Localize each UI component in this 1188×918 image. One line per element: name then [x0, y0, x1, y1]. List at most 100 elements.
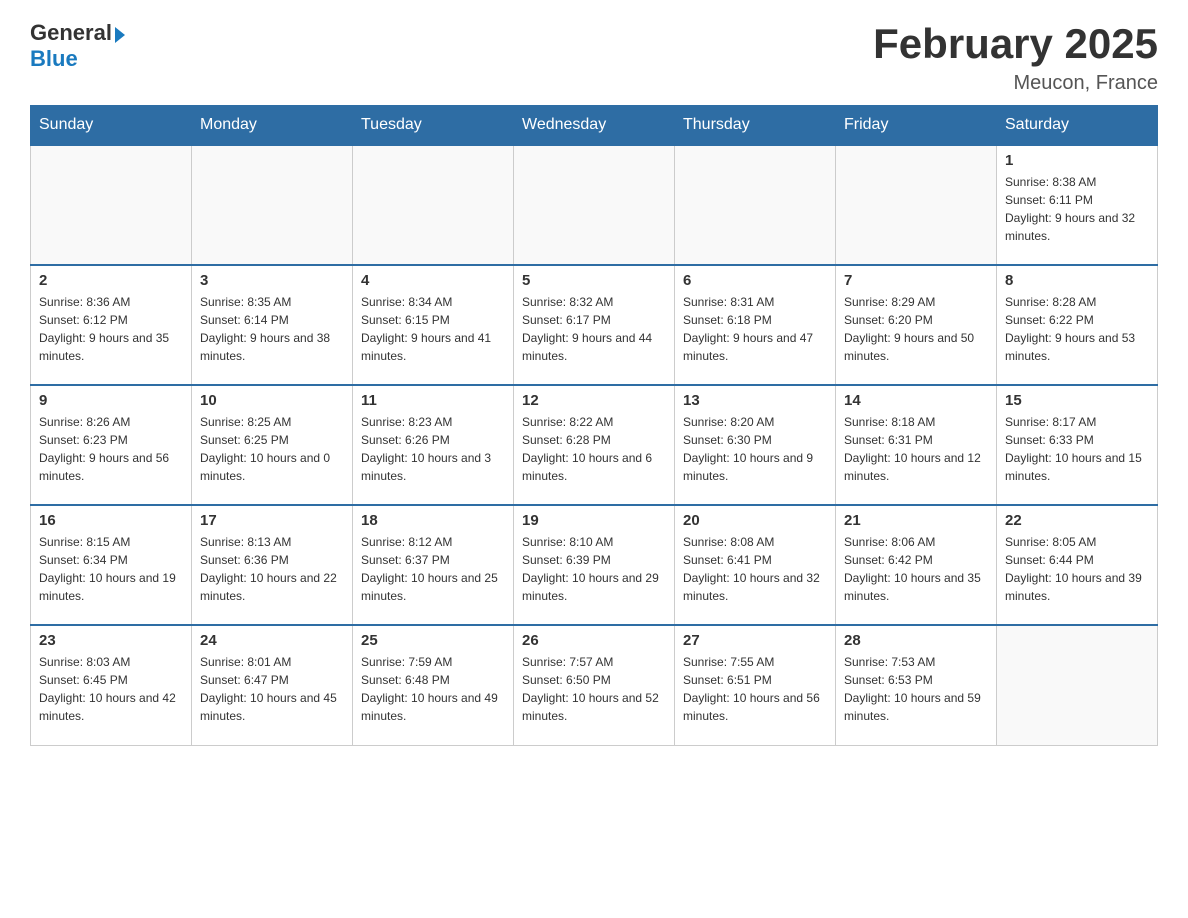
month-year-title: February 2025	[873, 20, 1158, 68]
day-number: 13	[683, 392, 827, 409]
calendar-cell: 7Sunrise: 8:29 AMSunset: 6:20 PMDaylight…	[836, 265, 997, 385]
day-number: 12	[522, 392, 666, 409]
day-number: 10	[200, 392, 344, 409]
calendar-cell: 15 Sunrise: 8:17 AMSunset: 6:33 PMDayligh…	[997, 385, 1158, 505]
day-info: Sunrise: 8:23 AMSunset: 6:26 PMDaylight:…	[361, 413, 505, 485]
day-of-week-header: Saturday	[997, 106, 1158, 146]
day-of-week-header: Wednesday	[514, 106, 675, 146]
day-number: 9	[39, 392, 183, 409]
day-info: Sunrise: 8:36 AMSunset: 6:12 PMDaylight:…	[39, 293, 183, 365]
day-info: Sunrise: 8:34 AMSunset: 6:15 PMDaylight:…	[361, 293, 505, 365]
calendar-week-row: 23 Sunrise: 8:03 AMSunset: 6:45 PMDayligh…	[31, 625, 1158, 745]
calendar-cell: 11 Sunrise: 8:23 AMSunset: 6:26 PMDayligh…	[353, 385, 514, 505]
calendar-cell: 22 Sunrise: 8:05 AMSunset: 6:44 PMDayligh…	[997, 505, 1158, 625]
calendar-cell: 19 Sunrise: 8:10 AMSunset: 6:39 PMDayligh…	[514, 505, 675, 625]
calendar-cell: 9 Sunrise: 8:26 AMSunset: 6:23 PMDaylight…	[31, 385, 192, 505]
day-info: Sunrise: 7:53 AMSunset: 6:53 PMDaylight:…	[844, 653, 988, 725]
calendar-table: SundayMondayTuesdayWednesdayThursdayFrid…	[30, 105, 1158, 746]
day-number: 14	[844, 392, 988, 409]
day-info: Sunrise: 8:05 AMSunset: 6:44 PMDaylight:…	[1005, 533, 1149, 605]
day-number: 15	[1005, 392, 1149, 409]
calendar-cell: 4 Sunrise: 8:34 AMSunset: 6:15 PMDaylight…	[353, 265, 514, 385]
day-number: 20	[683, 512, 827, 529]
day-info: Sunrise: 8:28 AMSunset: 6:22 PMDaylight:…	[1005, 293, 1149, 365]
day-info: Sunrise: 8:10 AMSunset: 6:39 PMDaylight:…	[522, 533, 666, 605]
calendar-cell: 8 Sunrise: 8:28 AMSunset: 6:22 PMDaylight…	[997, 265, 1158, 385]
day-number: 26	[522, 632, 666, 649]
day-info: Sunrise: 8:12 AMSunset: 6:37 PMDaylight:…	[361, 533, 505, 605]
calendar-cell: 2Sunrise: 8:36 AMSunset: 6:12 PMDaylight…	[31, 265, 192, 385]
day-of-week-header: Friday	[836, 106, 997, 146]
day-number: 4	[361, 272, 505, 289]
day-number: 17	[200, 512, 344, 529]
day-number: 19	[522, 512, 666, 529]
day-info: Sunrise: 8:13 AMSunset: 6:36 PMDaylight:…	[200, 533, 344, 605]
calendar-cell: 23 Sunrise: 8:03 AMSunset: 6:45 PMDayligh…	[31, 625, 192, 745]
day-info: Sunrise: 8:17 AMSunset: 6:33 PMDaylight:…	[1005, 413, 1149, 485]
day-info: Sunrise: 7:57 AMSunset: 6:50 PMDaylight:…	[522, 653, 666, 725]
calendar-cell	[31, 145, 192, 265]
day-info: Sunrise: 8:06 AMSunset: 6:42 PMDaylight:…	[844, 533, 988, 605]
calendar-week-row: 9 Sunrise: 8:26 AMSunset: 6:23 PMDaylight…	[31, 385, 1158, 505]
day-info: Sunrise: 8:18 AMSunset: 6:31 PMDaylight:…	[844, 413, 988, 485]
calendar-cell: 1 Sunrise: 8:38 AMSunset: 6:11 PMDaylight…	[997, 145, 1158, 265]
calendar-cell: 17 Sunrise: 8:13 AMSunset: 6:36 PMDayligh…	[192, 505, 353, 625]
location-label: Meucon, France	[873, 72, 1158, 95]
day-info: Sunrise: 8:08 AMSunset: 6:41 PMDaylight:…	[683, 533, 827, 605]
day-number: 18	[361, 512, 505, 529]
day-info: Sunrise: 8:25 AMSunset: 6:25 PMDaylight:…	[200, 413, 344, 485]
calendar-cell: 14 Sunrise: 8:18 AMSunset: 6:31 PMDayligh…	[836, 385, 997, 505]
day-info: Sunrise: 8:38 AMSunset: 6:11 PMDaylight:…	[1005, 173, 1149, 245]
day-number: 28	[844, 632, 988, 649]
day-number: 6	[683, 272, 827, 289]
day-number: 7	[844, 272, 988, 289]
logo-blue-text: Blue	[30, 46, 78, 71]
day-info: Sunrise: 8:22 AMSunset: 6:28 PMDaylight:…	[522, 413, 666, 485]
calendar-cell: 18 Sunrise: 8:12 AMSunset: 6:37 PMDayligh…	[353, 505, 514, 625]
calendar-cell: 25Sunrise: 7:59 AMSunset: 6:48 PMDayligh…	[353, 625, 514, 745]
day-number: 11	[361, 392, 505, 409]
calendar-cell	[675, 145, 836, 265]
calendar-cell: 26 Sunrise: 7:57 AMSunset: 6:50 PMDayligh…	[514, 625, 675, 745]
calendar-cell	[192, 145, 353, 265]
day-of-week-header: Thursday	[675, 106, 836, 146]
day-number: 5	[522, 272, 666, 289]
calendar-cell: 13 Sunrise: 8:20 AMSunset: 6:30 PMDayligh…	[675, 385, 836, 505]
calendar-header-row: SundayMondayTuesdayWednesdayThursdayFrid…	[31, 106, 1158, 146]
day-info: Sunrise: 8:01 AMSunset: 6:47 PMDaylight:…	[200, 653, 344, 725]
calendar-week-row: 16Sunrise: 8:15 AMSunset: 6:34 PMDayligh…	[31, 505, 1158, 625]
day-number: 23	[39, 632, 183, 649]
day-number: 22	[1005, 512, 1149, 529]
calendar-cell	[997, 625, 1158, 745]
calendar-week-row: 1 Sunrise: 8:38 AMSunset: 6:11 PMDaylight…	[31, 145, 1158, 265]
logo: General Blue	[30, 20, 125, 72]
day-info: Sunrise: 8:31 AMSunset: 6:18 PMDaylight:…	[683, 293, 827, 365]
day-number: 16	[39, 512, 183, 529]
day-info: Sunrise: 8:26 AMSunset: 6:23 PMDaylight:…	[39, 413, 183, 485]
calendar-cell: 10 Sunrise: 8:25 AMSunset: 6:25 PMDayligh…	[192, 385, 353, 505]
calendar-cell	[353, 145, 514, 265]
calendar-cell: 24 Sunrise: 8:01 AMSunset: 6:47 PMDayligh…	[192, 625, 353, 745]
day-number: 1	[1005, 152, 1149, 169]
day-number: 25	[361, 632, 505, 649]
calendar-week-row: 2Sunrise: 8:36 AMSunset: 6:12 PMDaylight…	[31, 265, 1158, 385]
day-number: 8	[1005, 272, 1149, 289]
calendar-cell: 12 Sunrise: 8:22 AMSunset: 6:28 PMDayligh…	[514, 385, 675, 505]
day-info: Sunrise: 8:32 AMSunset: 6:17 PMDaylight:…	[522, 293, 666, 365]
calendar-cell	[836, 145, 997, 265]
calendar-cell: 21Sunrise: 8:06 AMSunset: 6:42 PMDayligh…	[836, 505, 997, 625]
day-of-week-header: Monday	[192, 106, 353, 146]
day-info: Sunrise: 8:20 AMSunset: 6:30 PMDaylight:…	[683, 413, 827, 485]
day-number: 3	[200, 272, 344, 289]
logo-general-text: General	[30, 20, 112, 46]
calendar-cell: 28 Sunrise: 7:53 AMSunset: 6:53 PMDayligh…	[836, 625, 997, 745]
calendar-cell	[514, 145, 675, 265]
day-info: Sunrise: 8:03 AMSunset: 6:45 PMDaylight:…	[39, 653, 183, 725]
calendar-cell: 27 Sunrise: 7:55 AMSunset: 6:51 PMDayligh…	[675, 625, 836, 745]
day-info: Sunrise: 7:55 AMSunset: 6:51 PMDaylight:…	[683, 653, 827, 725]
day-number: 27	[683, 632, 827, 649]
calendar-cell: 3Sunrise: 8:35 AMSunset: 6:14 PMDaylight…	[192, 265, 353, 385]
calendar-cell: 6 Sunrise: 8:31 AMSunset: 6:18 PMDaylight…	[675, 265, 836, 385]
day-of-week-header: Sunday	[31, 106, 192, 146]
day-number: 24	[200, 632, 344, 649]
